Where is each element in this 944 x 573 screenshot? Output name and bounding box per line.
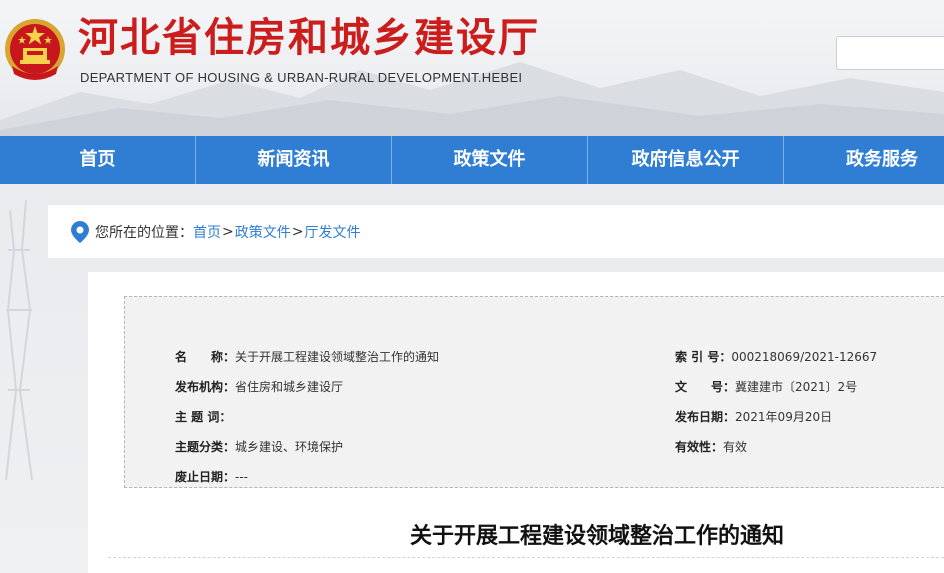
meta-expiry-label: 废止日期： [175, 470, 236, 484]
site-header: 河北省住房和城乡建设厅 DEPARTMENT OF HOUSING & URBA… [0, 0, 944, 136]
site-subtitle: DEPARTMENT OF HOUSING & URBAN-RURAL DEVE… [80, 70, 523, 85]
meta-docno-label: 文 号： [675, 380, 736, 394]
meta-org-value: 省住房和城乡建设厅 [235, 380, 344, 394]
nav-item-policy[interactable]: 政策文件 [392, 136, 588, 184]
breadcrumb-prefix: 您所在的位置： [95, 224, 193, 241]
document-title: 关于开展工程建设领域整治工作的通知 [410, 524, 785, 549]
meta-expiry: 废止日期：--- [175, 469, 248, 485]
meta-validity-label: 有效性： [675, 440, 724, 454]
meta-validity: 有效性：有效 [675, 439, 747, 455]
nav-item-news[interactable]: 新闻资讯 [196, 136, 392, 184]
meta-index-value: 000218069/2021-12667 [731, 350, 878, 364]
title-divider [108, 557, 944, 558]
meta-index: 索 引 号：000218069/2021-12667 [675, 349, 877, 365]
breadcrumb-separator: > [291, 223, 304, 240]
location-pin-icon [71, 220, 89, 243]
breadcrumb: 您所在的位置： 首页 > 政策文件 > 厅发文件 [48, 205, 944, 258]
breadcrumb-separator: > [222, 223, 234, 240]
search-input[interactable] [836, 36, 944, 70]
meta-index-label: 索 引 号： [675, 350, 732, 364]
meta-keywords: 主 题 词： [175, 409, 231, 425]
nav-item-services[interactable]: 政务服务 [784, 136, 944, 184]
meta-name-label: 名 称： [175, 350, 236, 364]
meta-category: 主题分类：城乡建设、环境保护 [175, 439, 343, 455]
meta-expiry-value: --- [235, 470, 249, 484]
meta-validity-value: 有效 [723, 440, 748, 454]
meta-name: 名 称：关于开展工程建设领域整治工作的通知 [175, 349, 439, 365]
meta-date: 发布日期：2021年09月20日 [675, 409, 832, 425]
meta-docno: 文 号：冀建建市〔2021〕2号 [675, 379, 857, 395]
nav-item-gov-info[interactable]: 政府信息公开 [588, 136, 784, 184]
meta-date-value: 2021年09月20日 [735, 410, 833, 424]
nav-item-home[interactable]: 首页 [0, 136, 196, 184]
meta-org-label: 发布机构： [175, 380, 236, 394]
meta-name-value: 关于开展工程建设领域整治工作的通知 [235, 350, 440, 364]
meta-date-label: 发布日期： [675, 410, 736, 424]
meta-org: 发布机构：省住房和城乡建设厅 [175, 379, 343, 395]
main-nav: 首页 新闻资讯 政策文件 政府信息公开 政务服务 [0, 136, 944, 184]
meta-docno-value: 冀建建市〔2021〕2号 [735, 380, 858, 394]
meta-category-label: 主题分类： [175, 440, 236, 454]
content-panel: 名 称：关于开展工程建设领域整治工作的通知 发布机构：省住房和城乡建设厅 主 题… [88, 272, 944, 573]
meta-category-value: 城乡建设、环境保护 [235, 440, 344, 454]
breadcrumb-link-dept-docs[interactable]: 厅发文件 [304, 222, 360, 242]
site-title: 河北省住房和城乡建设厅 [78, 15, 540, 61]
breadcrumb-link-home[interactable]: 首页 [193, 222, 221, 242]
breadcrumb-link-policy[interactable]: 政策文件 [235, 222, 291, 242]
national-emblem-icon [5, 19, 65, 80]
tower-decoration-icon [5, 199, 33, 481]
meta-keywords-label: 主 题 词： [175, 410, 232, 424]
document-metadata: 名 称：关于开展工程建设领域整治工作的通知 发布机构：省住房和城乡建设厅 主 题… [124, 296, 944, 488]
